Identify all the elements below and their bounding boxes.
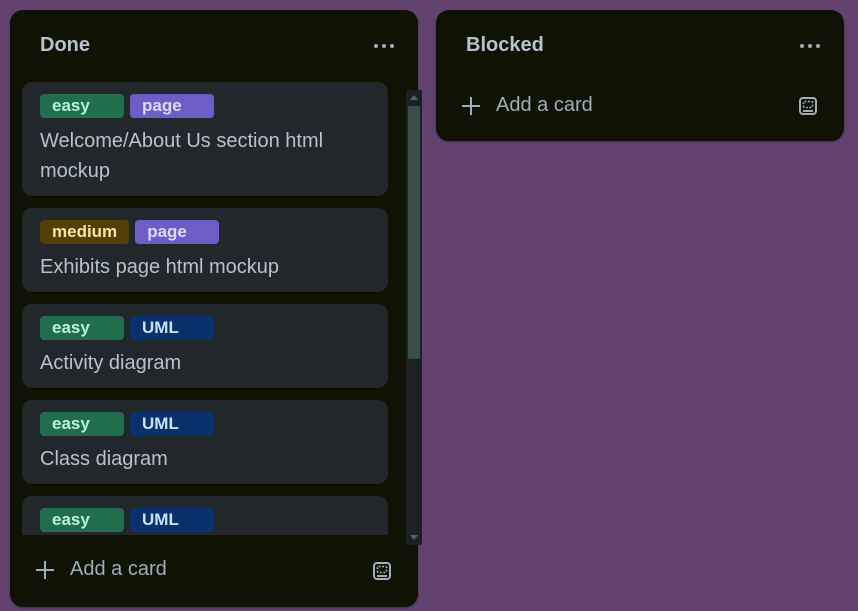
card-labels: medium page xyxy=(40,220,220,244)
plus-icon xyxy=(36,560,54,579)
scrollbar[interactable] xyxy=(406,90,422,545)
list-done: Done easy page Welcome/About Us section … xyxy=(10,10,422,607)
label-easy[interactable]: easy xyxy=(40,94,124,118)
card[interactable]: medium page Exhibits page html mockup xyxy=(22,208,388,292)
label-uml[interactable]: UML xyxy=(130,412,214,436)
label-medium[interactable]: medium xyxy=(40,220,130,244)
add-card-button[interactable]: Add a card xyxy=(462,94,593,117)
card-template-icon[interactable] xyxy=(796,94,820,118)
list-blocked: Blocked Add a card xyxy=(436,10,844,141)
card-labels: easy UML xyxy=(40,508,214,532)
list-title[interactable]: Blocked xyxy=(466,34,544,57)
scroll-down-arrow-icon[interactable] xyxy=(410,535,418,540)
label-uml[interactable]: UML xyxy=(130,316,214,340)
add-card-label: Add a card xyxy=(70,558,167,580)
card-title: Exhibits page html mockup xyxy=(40,256,280,278)
card-labels: easy page xyxy=(40,94,214,118)
card-list: easy page Welcome/About Us section html … xyxy=(22,82,395,535)
card-template-icon[interactable] xyxy=(370,559,394,583)
add-card-button[interactable]: Add a card xyxy=(36,558,167,581)
card[interactable]: easy UML xyxy=(22,496,388,535)
card[interactable]: easy page Welcome/About Us section html … xyxy=(22,82,388,196)
label-easy[interactable]: easy xyxy=(40,508,124,532)
label-easy[interactable]: easy xyxy=(40,316,124,340)
card-labels: easy UML xyxy=(40,316,214,340)
label-easy[interactable]: easy xyxy=(40,412,124,436)
scroll-up-arrow-icon[interactable] xyxy=(410,95,418,100)
label-page[interactable]: page xyxy=(135,220,220,244)
label-uml[interactable]: UML xyxy=(130,508,214,532)
card[interactable]: easy UML Class diagram xyxy=(22,400,388,484)
card-labels: easy UML xyxy=(40,412,214,436)
label-page[interactable]: page xyxy=(130,94,214,118)
board: Done easy page Welcome/About Us section … xyxy=(0,0,858,611)
add-card-label: Add a card xyxy=(496,94,593,116)
scroll-thumb[interactable] xyxy=(408,106,420,359)
card-title: Activity diagram xyxy=(40,352,182,374)
list-title[interactable]: Done xyxy=(40,34,90,57)
ellipsis-icon[interactable] xyxy=(372,36,396,56)
card[interactable]: easy UML Activity diagram xyxy=(22,304,388,388)
plus-icon xyxy=(462,96,480,115)
card-title: Class diagram xyxy=(40,448,168,470)
ellipsis-icon[interactable] xyxy=(798,36,822,56)
card-title: Welcome/About Us section html mockup xyxy=(40,130,324,182)
